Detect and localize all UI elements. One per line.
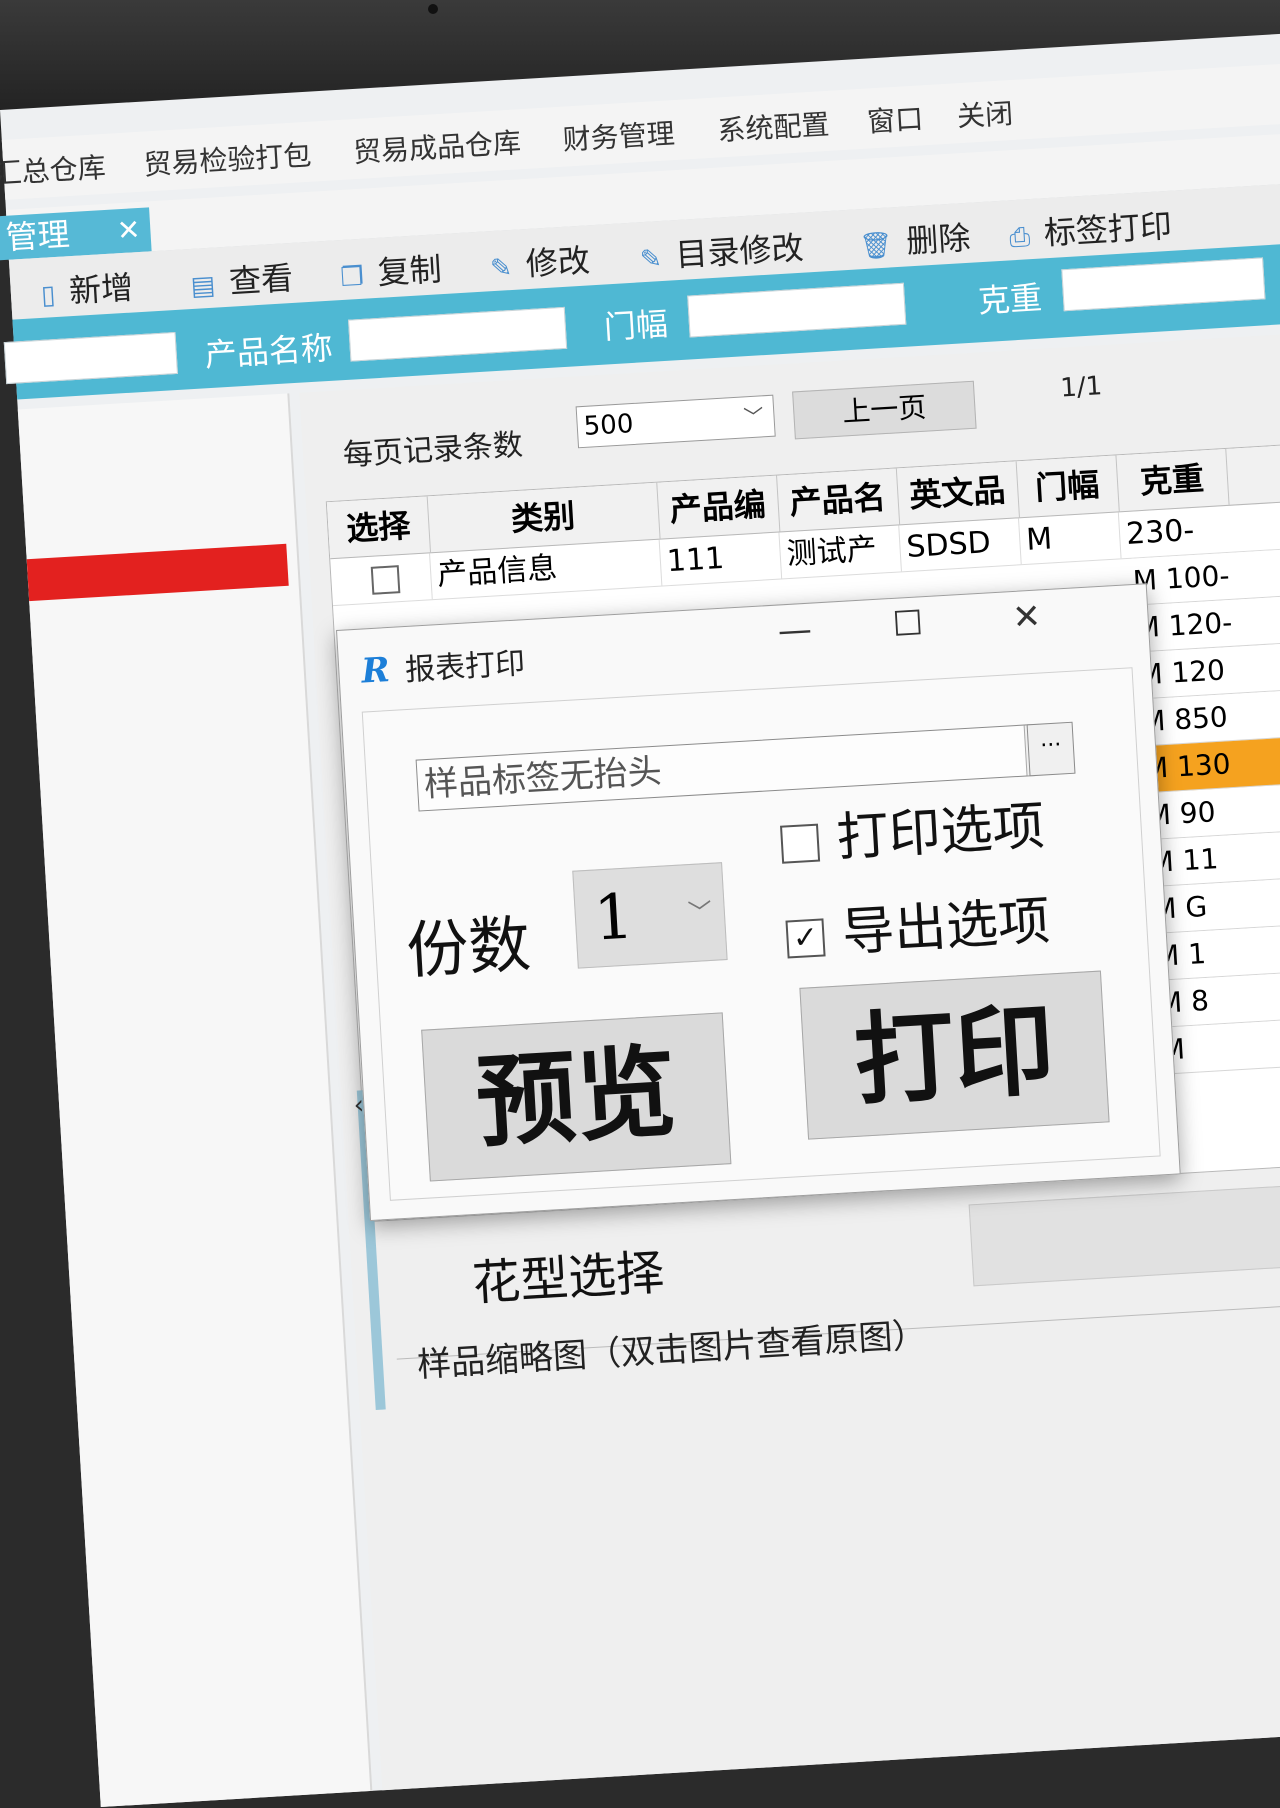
new-file-icon: ▯ — [40, 280, 57, 311]
col-select[interactable]: 选择 — [326, 496, 431, 559]
add-button[interactable]: ▯ 新增 — [39, 262, 134, 313]
minimize-icon[interactable]: — — [777, 610, 813, 652]
filter-input-left[interactable] — [3, 331, 178, 385]
cell-code: 111 — [659, 532, 783, 586]
app-logo-icon: R — [360, 650, 391, 692]
printer-icon: ⎙ — [1008, 222, 1032, 254]
close-icon[interactable]: ✕ — [1011, 596, 1042, 638]
menu-window[interactable]: 窗口 — [866, 97, 924, 140]
menu-summary-warehouse[interactable]: 汇总仓库 — [0, 146, 107, 193]
selected-tree-item[interactable] — [26, 543, 289, 602]
dialog-title: R 报表打印 — [360, 646, 527, 692]
trash-icon: 🗑 — [858, 230, 894, 263]
col-code[interactable]: 产品编 — [656, 475, 781, 539]
document-icon: ▤ — [189, 270, 217, 302]
print-button[interactable]: 打印 — [799, 970, 1110, 1140]
menu-close[interactable]: 关闭 — [956, 92, 1014, 135]
product-name-input[interactable] — [348, 306, 568, 362]
pencil-icon: ✎ — [639, 244, 663, 276]
copies-label: 份数 — [404, 907, 533, 988]
label-print-button[interactable]: ⎙ 标签打印 — [1008, 201, 1173, 257]
width-label: 门幅 — [602, 304, 669, 347]
col-english-name[interactable]: 英文品 — [895, 461, 1020, 525]
chevron-down-icon: ﹀ — [742, 404, 765, 430]
cell-width: M — [1019, 512, 1122, 565]
pattern-select-box[interactable] — [968, 1174, 1280, 1287]
copy-icon: ❐ — [339, 261, 365, 294]
row-checkbox[interactable] — [370, 565, 401, 595]
delete-button[interactable]: 🗑 删除 — [858, 213, 972, 266]
col-weight[interactable]: 克重 — [1115, 448, 1230, 512]
catalog-edit-button[interactable]: ✎ 目录修改 — [638, 223, 804, 279]
tab-label: 管理 — [4, 215, 71, 257]
menu-trade-inspection[interactable]: 贸易检验打包 — [142, 134, 313, 184]
col-width[interactable]: 门幅 — [1015, 455, 1120, 518]
weight-label: 克重 — [976, 278, 1044, 321]
chevron-down-icon: ﹀ — [687, 897, 713, 928]
checkbox-box[interactable] — [780, 823, 821, 864]
export-option-checkbox[interactable]: ✓ 导出选项 — [784, 878, 1052, 968]
preview-button[interactable]: 预览 — [421, 1012, 732, 1182]
close-icon[interactable]: ✕ — [116, 208, 142, 253]
dialog-body: 样品标签无抬头 ▼ ··· 份数 1 ﹀ 打印选项 ✓导出选项 预览 打印 — [361, 667, 1161, 1201]
checkbox-box[interactable]: ✓ — [785, 918, 826, 959]
report-print-dialog: R 报表打印 — ☐ ✕ 样品标签无抬头 ▼ ··· 份数 1 ﹀ 打印选项 ✓… — [336, 583, 1181, 1222]
prev-page-button[interactable]: 上一页 — [792, 380, 977, 440]
copies-select[interactable]: 1 ﹀ — [572, 862, 728, 969]
weight-input[interactable] — [1061, 257, 1266, 312]
per-page-select[interactable]: 500 ﹀ — [575, 394, 776, 449]
edit-button[interactable]: ✎ 修改 — [489, 235, 591, 287]
pencil-icon: ✎ — [489, 252, 513, 285]
copy-button[interactable]: ❐ 复制 — [339, 244, 443, 296]
product-name-label: 产品名称 — [203, 328, 334, 375]
width-input[interactable] — [687, 282, 907, 338]
maximize-icon[interactable]: ☐ — [891, 603, 924, 645]
more-button[interactable]: ··· — [1026, 721, 1076, 777]
per-page-label: 每页记录条数 — [342, 427, 524, 474]
view-button[interactable]: ▤ 查看 — [189, 253, 294, 305]
menu-trade-warehouse[interactable]: 贸易成品仓库 — [352, 121, 522, 171]
cell-english-name: SDSD — [899, 518, 1022, 572]
col-name[interactable]: 产品名 — [776, 468, 901, 532]
row-select-cell[interactable] — [330, 553, 433, 606]
thumbnail-title: 样品缩略图（双击图片查看原图） — [416, 1315, 928, 1386]
menu-finance[interactable]: 财务管理 — [562, 112, 676, 159]
pattern-select-label: 花型选择 — [470, 1244, 666, 1312]
cell-name: 测试产 — [779, 525, 902, 579]
camera-dot — [428, 4, 438, 14]
menu-system-config[interactable]: 系统配置 — [716, 103, 831, 150]
print-option-checkbox[interactable]: 打印选项 — [778, 784, 1046, 874]
page-info: 1/1 — [1059, 371, 1104, 404]
